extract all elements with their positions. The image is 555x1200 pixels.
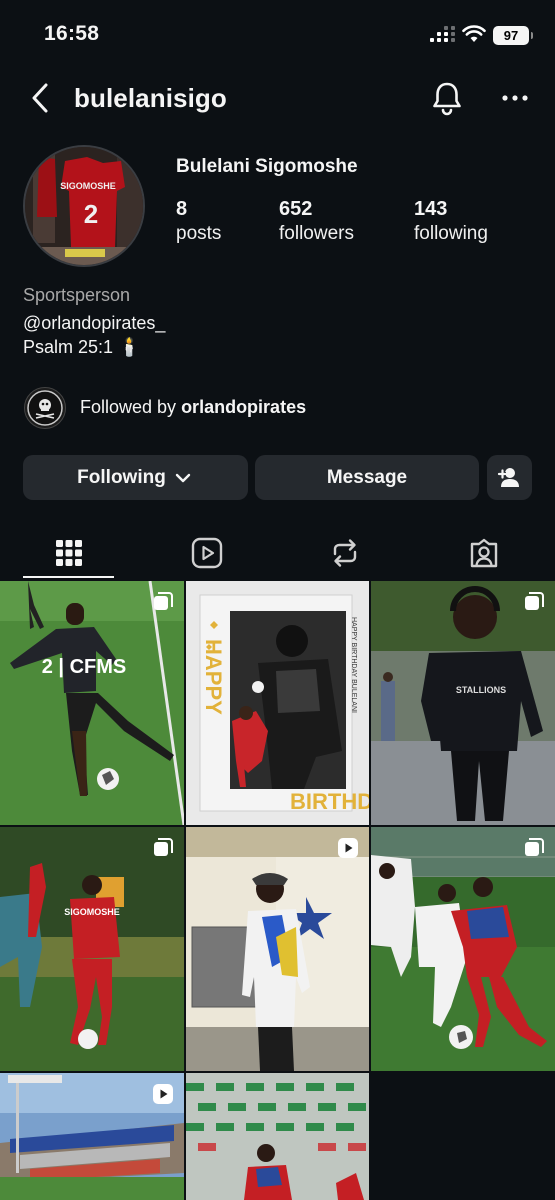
poster-birthday-text: BIRTHDAY [290,789,369,814]
profile-photo: SIGOMOSHE 2 [25,147,143,265]
status-bar: 16:58 97 [0,0,555,70]
reel-icon [338,838,358,858]
message-button-label: Message [326,466,408,488]
following-label: following [414,223,488,244]
suggested-users-button[interactable] [487,455,532,500]
posts-label: posts [176,223,222,244]
profile-category: Sportsperson [23,285,131,305]
posts-count: 8 [176,198,188,220]
tab-reposts[interactable] [299,526,391,580]
active-tab-indicator [23,576,114,578]
battery-indicator: 97 [493,26,533,45]
message-button[interactable]: Message [255,455,479,500]
bio-mention-link[interactable]: @orlandopirates_ [23,313,165,334]
post-thumbnail[interactable] [0,1073,184,1200]
tab-reels[interactable] [161,526,253,580]
carousel-icon [525,592,544,610]
followed-by-avatar[interactable] [24,387,66,429]
bell-icon [433,82,461,116]
followed-by-prefix: Followed by [80,397,182,417]
post-thumbnail[interactable]: HAPPY BIRTHDAY HAPPY BIRTHDAY BULELANI [186,581,369,825]
cellular-signal-icon [430,26,456,44]
post-jersey-text: SIGOMOSHE [64,907,120,917]
add-user-icon [497,467,519,487]
following-stat[interactable]: 143 following [414,197,488,247]
profile-avatar[interactable]: SIGOMOSHE 2 [23,145,145,267]
posts-stat[interactable]: 8 posts [176,197,221,247]
svg-text:2: 2 [84,199,98,229]
grid-icon [56,540,82,566]
display-name: Bulelani Sigomoshe [176,156,358,177]
post-jersey-text: 2 | CFMS [42,656,127,678]
post-thumbnail[interactable]: STALLIONS [371,581,555,825]
chevron-left-icon [32,83,48,113]
orlando-pirates-logo-icon [27,390,63,426]
post-thumbnail[interactable]: 2 | CFMS [0,581,184,825]
tab-posts-grid[interactable] [23,526,115,580]
post-image: 2 | CFMS [0,581,184,825]
post-image: HAPPY BIRTHDAY HAPPY BIRTHDAY BULELANI [186,581,369,825]
followers-count: 652 [279,198,313,220]
svg-text:SIGOMOSHE: SIGOMOSHE [60,181,116,191]
post-jacket-text: STALLIONS [456,685,506,695]
tagged-icon [470,538,498,568]
post-thumbnail[interactable] [371,827,555,1071]
poster-side-text: HAPPY BIRTHDAY BULELANI [350,617,357,713]
following-count: 143 [414,198,448,220]
carousel-icon [154,838,173,856]
followers-label: followers [279,223,354,244]
post-thumbnail[interactable] [186,1073,369,1200]
carousel-icon [525,838,544,856]
notifications-button[interactable] [430,80,464,116]
reel-icon [153,1084,173,1104]
following-button-label: Following [77,466,166,488]
bio-text: Psalm 25:1 🕯️ [23,337,141,357]
back-button[interactable] [26,80,56,116]
following-button[interactable]: Following [23,455,248,500]
followers-stat[interactable]: 652 followers [279,197,354,247]
followed-by-username: orlandopirates [181,397,307,417]
more-options-button[interactable] [498,86,532,110]
profile-username: bulelanisigo [74,83,227,113]
post-image [371,827,555,1071]
status-time: 16:58 [44,22,100,45]
post-image [186,827,369,1071]
post-image: SIGOMOSHE [0,827,184,1071]
followed-by-text[interactable]: Followed by orlandopirates [80,397,306,418]
more-horizontal-icon [502,95,528,101]
wifi-icon [462,25,486,42]
post-thumbnail[interactable] [186,827,369,1071]
chevron-down-icon [175,473,191,482]
poster-happy-text: HAPPY [201,639,226,715]
post-image [186,1073,369,1200]
tab-tagged[interactable] [438,526,530,580]
reposts-icon [333,539,357,567]
post-image: STALLIONS [371,581,555,825]
reels-icon [191,537,223,569]
carousel-icon [154,592,173,610]
post-thumbnail[interactable]: SIGOMOSHE [0,827,184,1071]
